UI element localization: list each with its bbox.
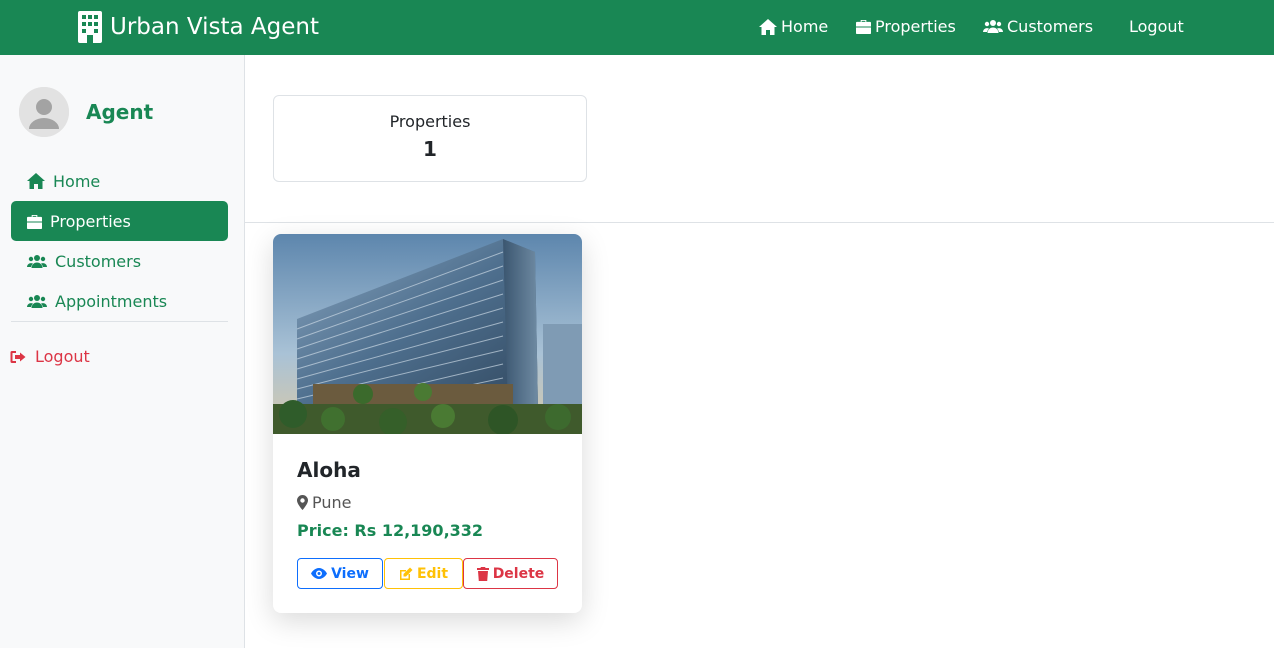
nav-home[interactable]: Home	[759, 17, 828, 36]
sidebar-item-customers[interactable]: Customers	[11, 241, 228, 281]
property-price: Price: Rs 12,190,332	[297, 521, 484, 540]
users-icon	[983, 20, 1003, 33]
delete-button[interactable]: Delete	[463, 558, 558, 589]
briefcase-icon	[856, 19, 871, 34]
home-icon	[759, 18, 777, 35]
sidebar-item-appointments[interactable]: Appointments	[11, 281, 228, 321]
users-icon	[27, 294, 47, 308]
sidebar-item-label: Properties	[50, 211, 131, 231]
edit-icon	[399, 567, 413, 580]
top-navbar: Urban Vista Agent Home Properties Custom…	[0, 0, 1274, 55]
users-icon	[27, 254, 47, 268]
properties-count-card: Properties 1	[273, 95, 587, 182]
sidebar-item-home[interactable]: Home	[11, 161, 228, 201]
property-name: Aloha	[297, 458, 361, 482]
property-card: Aloha Pune Price: Rs 12,190,332 View Edi…	[273, 234, 582, 613]
edit-button[interactable]: Edit	[384, 558, 463, 589]
brand-link[interactable]: Urban Vista Agent	[78, 11, 319, 43]
view-button[interactable]: View	[297, 558, 383, 589]
property-location: Pune	[297, 493, 352, 512]
sidebar-item-label: Appointments	[55, 291, 168, 311]
sign-out-icon	[10, 350, 26, 363]
nav-customers[interactable]: Customers	[983, 17, 1093, 36]
home-icon	[27, 173, 45, 189]
sidebar: Agent Home Properties Customers Appointm…	[0, 55, 245, 648]
stat-title: Properties	[389, 112, 471, 131]
building-icon	[78, 11, 102, 43]
eye-icon	[311, 568, 328, 579]
nav-properties[interactable]: Properties	[856, 17, 956, 36]
user-avatar-icon	[19, 87, 69, 137]
brand-title: Urban Vista Agent	[110, 14, 319, 40]
avatar	[19, 87, 69, 137]
nav-logout[interactable]: Logout	[1129, 17, 1184, 36]
sidebar-item-properties[interactable]: Properties	[11, 201, 228, 241]
sidebar-divider	[11, 321, 228, 322]
briefcase-icon	[27, 214, 42, 229]
trash-icon	[476, 566, 489, 581]
property-image[interactable]	[273, 234, 582, 434]
sidebar-item-label: Home	[53, 171, 101, 191]
sidebar-item-label: Customers	[55, 251, 142, 271]
agent-name: Agent	[86, 100, 154, 124]
map-marker-icon	[297, 495, 308, 510]
stat-value: 1	[423, 137, 437, 161]
section-divider	[245, 222, 1274, 223]
sidebar-logout-link[interactable]: Logout	[10, 347, 90, 366]
